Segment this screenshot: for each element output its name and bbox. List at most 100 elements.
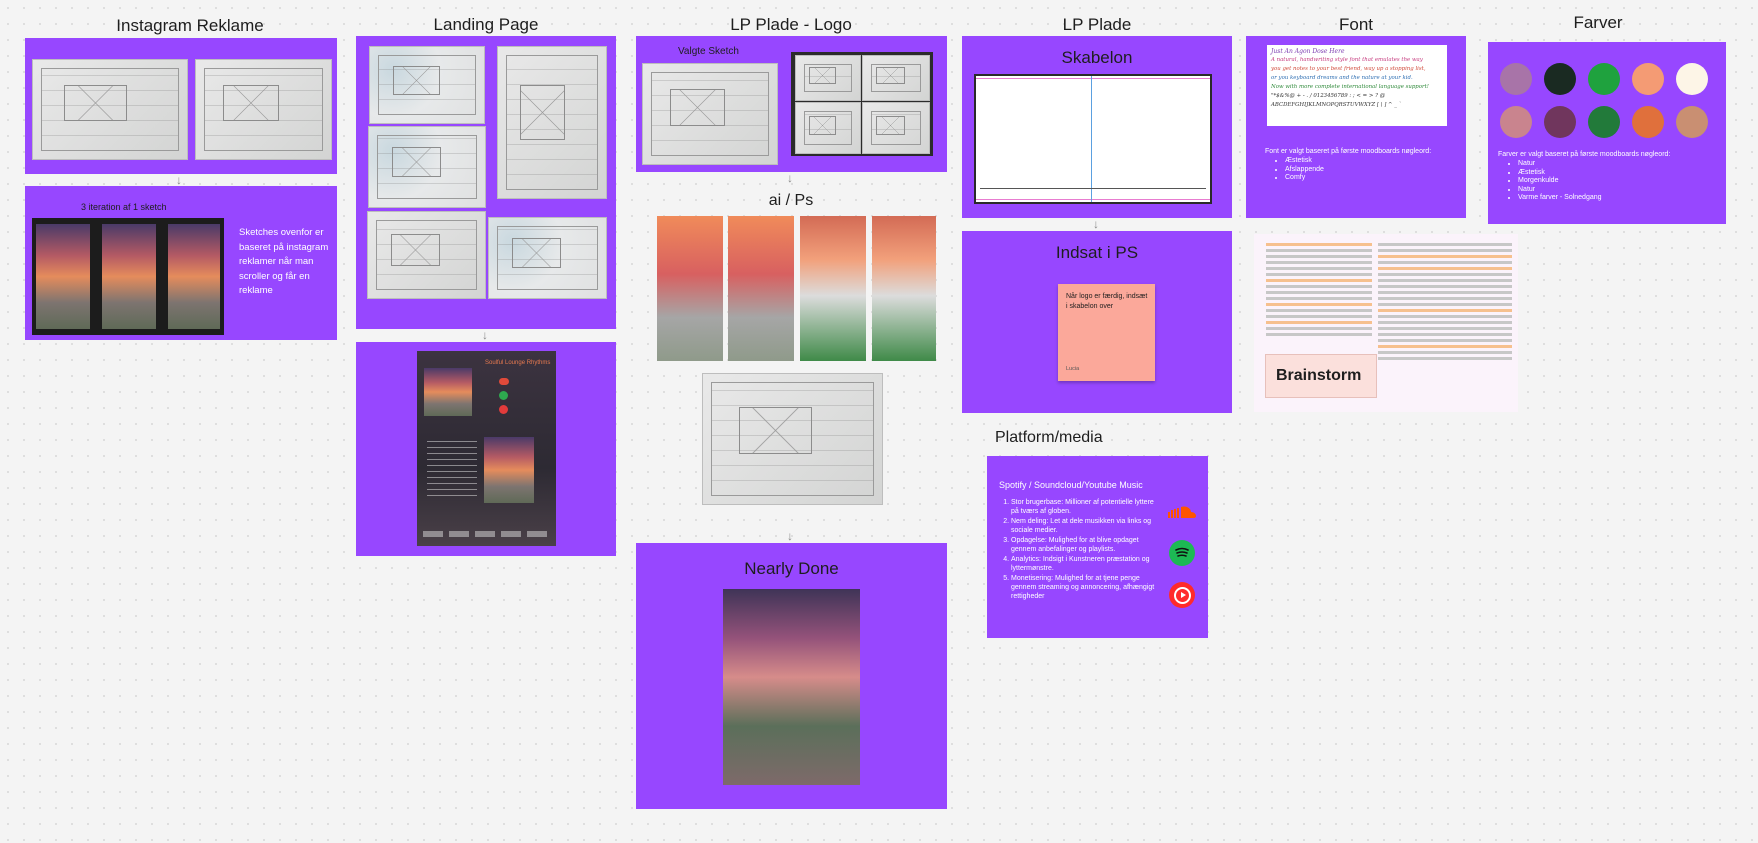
font-sample-line: Just An Agon Dose Here: [1271, 48, 1345, 55]
landing-mockup-image[interactable]: Soulful Lounge Rhythms: [417, 351, 556, 546]
ai-image[interactable]: [872, 216, 936, 361]
indsat-board[interactable]: Indsat i PS Når logo er færdig, indsæt i…: [962, 231, 1232, 413]
sketch-image[interactable]: [195, 59, 332, 160]
color-swatch[interactable]: [1588, 63, 1620, 95]
column-title-font: Font: [1338, 15, 1374, 34]
nearly-done-title: Nearly Done: [744, 559, 839, 578]
sketch-image[interactable]: [791, 52, 933, 156]
platform-points-list: Stor brugerbase: Millioner af potentiell…: [999, 498, 1161, 602]
landing-mockup-board[interactable]: Soulful Lounge Rhythms: [356, 342, 616, 556]
ps-sketch-image[interactable]: [702, 373, 883, 505]
color-swatch[interactable]: [1632, 63, 1664, 95]
farver-keywords-list: Natur Æstetisk Morgenkulde Natur Varme f…: [1498, 160, 1602, 203]
soundcloud-icon: [1167, 504, 1197, 520]
sticky-note-text: Når logo er færdig, indsæt i skabelon ov…: [1066, 293, 1148, 310]
platform-point: Analytics: Indsigt i Kunstneren præstati…: [1011, 555, 1161, 573]
sketch-image[interactable]: [32, 59, 188, 160]
iteration-image[interactable]: [36, 224, 90, 329]
spotify-icon: [1169, 540, 1195, 566]
sketch-image[interactable]: [367, 211, 486, 299]
sticky-note[interactable]: Når logo er færdig, indsæt i skabelon ov…: [1058, 284, 1155, 381]
landing-sketches-board[interactable]: [356, 36, 616, 329]
iteration-image[interactable]: [168, 224, 220, 329]
color-swatch[interactable]: [1676, 63, 1708, 95]
platform-heading: Spotify / Soundcloud/Youtube Music: [999, 480, 1143, 490]
font-sample-image[interactable]: Just An Agon Dose Here A natural, handwr…: [1267, 45, 1447, 126]
valgte-sketch-label: Valgte Sketch: [678, 46, 739, 57]
arrow-down-icon: ↓: [1093, 217, 1099, 231]
ai-image[interactable]: [728, 216, 794, 361]
column-title-farver: Farver: [1573, 13, 1623, 32]
column-title-instagram: Instagram Reklame: [116, 16, 264, 35]
sketch-image[interactable]: [488, 217, 607, 299]
farver-keyword: Natur: [1518, 186, 1602, 195]
platform-point: Nem deling: Let at dele musikken via lin…: [1011, 517, 1161, 535]
brainstorm-title: Brainstorm: [1276, 367, 1362, 384]
sketch-image: [862, 102, 930, 154]
font-keyword: Afslappende: [1285, 166, 1324, 175]
arrow-down-icon: ↓: [176, 173, 182, 187]
platform-title: Platform/media: [995, 429, 1103, 446]
nearly-done-board[interactable]: Nearly Done: [636, 543, 947, 809]
iteration-image[interactable]: [102, 224, 156, 329]
arrow-down-icon: ↓: [787, 171, 793, 185]
spotify-icon: [499, 391, 508, 400]
font-keyword: Æstetisk: [1285, 157, 1324, 166]
youtube-music-icon: [1169, 582, 1195, 608]
sketch-image[interactable]: [642, 63, 778, 165]
brainstorm-label-box: Brainstorm: [1265, 354, 1377, 398]
color-swatch[interactable]: [1588, 106, 1620, 138]
farver-keyword: Morgenkulde: [1518, 177, 1602, 186]
template-guide: [980, 188, 1206, 189]
farver-description: Farver er valgt baseret på første moodbo…: [1498, 151, 1671, 158]
landing-mockup-footer: [423, 531, 550, 537]
farver-keyword: Æstetisk: [1518, 169, 1602, 178]
platform-board[interactable]: Spotify / Soundcloud/Youtube Music Stor …: [987, 456, 1208, 638]
sketch-image[interactable]: [368, 126, 486, 208]
farver-board[interactable]: Farver er valgt baseret på første moodbo…: [1488, 42, 1726, 224]
iteration-title: 3 iteration af 1 sketch: [81, 202, 167, 212]
arrow-down-icon: ↓: [787, 529, 793, 543]
sketch-image[interactable]: [369, 46, 485, 124]
font-sample-line: Now with more complete international lan…: [1271, 84, 1429, 90]
instagram-sketches-board[interactable]: [25, 38, 337, 174]
ai-image[interactable]: [800, 216, 866, 361]
ai-image[interactable]: [657, 216, 723, 361]
iteration-image-strip[interactable]: [32, 218, 224, 335]
column-title-lp-plade: LP Plade: [1062, 15, 1132, 34]
skabelon-title: Skabelon: [1061, 48, 1133, 67]
color-swatch[interactable]: [1500, 106, 1532, 138]
color-swatch[interactable]: [1544, 106, 1576, 138]
nearly-done-image[interactable]: [723, 589, 860, 785]
sketch-image[interactable]: [497, 46, 607, 199]
iteration-description: Sketches ovenfor er baseret på instagram…: [239, 227, 329, 296]
landing-mockup-art: [424, 368, 472, 416]
template-guide: [976, 78, 1210, 79]
farver-keyword: Varme farver - Solnedgang: [1518, 194, 1602, 203]
font-sample-line: ABCDEFGHIJKLMNOPQRSTUVWXYZ [ \ ] ^ _ `: [1271, 102, 1402, 108]
brainstorm-notes-left: [1266, 240, 1372, 339]
valgte-sketch-board[interactable]: Valgte Sketch: [636, 36, 947, 172]
color-swatch[interactable]: [1500, 63, 1532, 95]
font-board[interactable]: Just An Agon Dose Here A natural, handwr…: [1246, 36, 1466, 218]
instagram-iteration-board[interactable]: 3 iteration af 1 sketch Sketches ovenfor…: [25, 186, 337, 340]
sketch-image: [795, 55, 861, 101]
font-description: Font er valgt baseret på første moodboar…: [1265, 148, 1432, 155]
skabelon-board[interactable]: Skabelon: [962, 36, 1232, 218]
color-swatch[interactable]: [1676, 106, 1708, 138]
template-guide: [1091, 76, 1092, 202]
farver-keyword: Natur: [1518, 160, 1602, 169]
column-title-landing: Landing Page: [433, 15, 539, 34]
skabelon-template-image[interactable]: [974, 74, 1212, 204]
font-sample-line: or you keyboard dreams and the nature at…: [1271, 75, 1413, 81]
color-swatch[interactable]: [1632, 106, 1664, 138]
landing-mockup-text: [427, 441, 477, 501]
template-guide: [976, 199, 1210, 200]
youtube-icon: [499, 405, 508, 414]
brainstorm-board[interactable]: Brainstorm: [1254, 234, 1518, 412]
font-keywords-list: Æstetisk Afslappende Comfy: [1265, 157, 1324, 183]
column-title-lp-logo: LP Plade - Logo: [730, 15, 852, 34]
color-swatch[interactable]: [1544, 63, 1576, 95]
soundcloud-icon: [499, 378, 509, 385]
font-keyword: Comfy: [1285, 174, 1324, 183]
